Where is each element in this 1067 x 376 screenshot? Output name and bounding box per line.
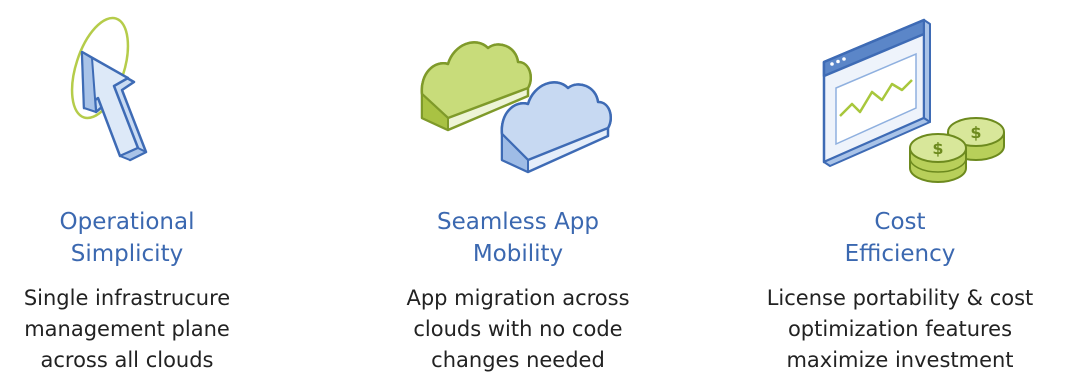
feature-desc-line: optimization features [787,317,1013,341]
feature-desc-line: maximize investment [786,348,1014,372]
feature-title: Cost Efficiency [740,206,1060,270]
feature-desc-line: management plane [24,317,230,341]
feature-description: App migration across clouds with no code… [368,283,668,376]
clouds-icon [368,0,668,200]
feature-desc-line: clouds with no code [413,317,623,341]
feature-operational-simplicity: Operational Simplicity Single infrastruc… [0,0,254,376]
cursor-arrow-icon [0,0,254,200]
feature-description: Single infrastrucure management plane ac… [0,283,254,376]
feature-desc-line: App migration across [406,286,630,310]
feature-title-line: Operational [59,209,195,235]
svg-text:$: $ [970,123,981,142]
feature-desc-line: changes needed [431,348,605,372]
feature-title-line: Mobility [472,241,564,267]
feature-seamless-app-mobility: Seamless App Mobility App migration acro… [368,0,668,376]
feature-title-line: Simplicity [70,241,184,267]
features-row: Operational Simplicity Single infrastruc… [0,0,1067,376]
svg-text:$: $ [932,139,943,158]
feature-title: Seamless App Mobility [368,206,668,270]
chart-coins-icon: $ $ [740,0,1060,200]
feature-title: Operational Simplicity [0,206,254,270]
feature-description: License portability & cost optimization … [740,283,1060,376]
feature-title-line: Efficiency [844,241,956,267]
feature-cost-efficiency: $ $ Cost Efficiency License portability … [740,0,1060,376]
feature-title-line: Cost [874,209,926,235]
feature-desc-line: License portability & cost [766,286,1034,310]
feature-title-line: Seamless App [437,209,599,235]
feature-desc-line: across all clouds [40,348,214,372]
feature-desc-line: Single infrastrucure [23,286,231,310]
